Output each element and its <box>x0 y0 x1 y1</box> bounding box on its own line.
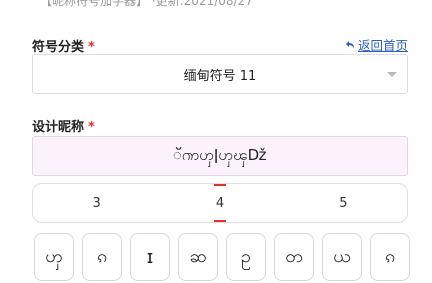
active-page-marker-bottom <box>214 220 226 222</box>
page-header-text: 【昵称符号加字器】 ·更新:2021/08/27 <box>40 0 253 8</box>
required-mark: * <box>88 40 95 55</box>
page-button-3[interactable]: 3 <box>67 184 127 222</box>
nickname-input[interactable]: ॅ‍ၮ‍ၯ‍ǀ‍ၯ‍ၾǅ <box>32 136 408 176</box>
symbol-key[interactable]: တ <box>274 233 314 281</box>
page-number: 5 <box>339 195 348 211</box>
page-number: 3 <box>92 195 101 211</box>
symbol-key[interactable]: ɪ <box>130 233 170 281</box>
page-button-4[interactable]: 4 <box>190 184 250 222</box>
nickname-label-text: 设计昵称 <box>32 120 85 135</box>
symbol-key[interactable]: ယ <box>322 233 362 281</box>
symbol-key[interactable]: ၯ <box>34 233 74 281</box>
back-home-link[interactable]: 返回首页 <box>345 35 408 54</box>
page-number: 4 <box>215 195 225 211</box>
required-mark: * <box>88 120 95 135</box>
symbol-key[interactable]: ဥ <box>226 233 266 281</box>
symbol-key[interactable]: ၵ <box>370 233 410 281</box>
symbol-category-select[interactable]: 缅甸符号 11 <box>32 54 408 94</box>
symbol-category-label-text: 符号分类 <box>32 40 85 55</box>
chevron-down-icon <box>387 72 397 77</box>
back-arrow-icon <box>345 38 356 53</box>
back-home-label: 返回首页 <box>357 38 408 53</box>
symbol-category-label: 符号分类 * <box>32 36 95 55</box>
symbol-key[interactable]: ၵ <box>82 233 122 281</box>
symbol-keyboard: ၯ ၵ ɪ ဆ ဥ တ ယ ၵ <box>34 233 410 283</box>
symbol-key[interactable]: ဆ <box>178 233 218 281</box>
nickname-label: 设计昵称 * <box>32 116 95 135</box>
active-page-marker-top <box>214 184 226 186</box>
page-selector: 3 4 5 <box>32 183 408 223</box>
nickname-value: ॅ‍ၮ‍ၯ‍ǀ‍ၯ‍ၾǅ <box>172 145 268 164</box>
symbol-category-selected: 缅甸符号 11 <box>183 68 257 84</box>
page-button-5[interactable]: 5 <box>313 184 373 222</box>
